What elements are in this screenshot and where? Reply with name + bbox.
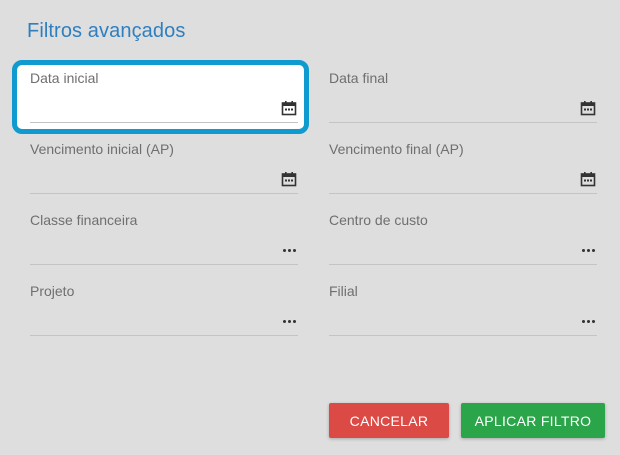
centro-de-custo-input[interactable] (329, 240, 569, 260)
field-underline (30, 264, 298, 265)
field-underline (30, 193, 298, 194)
cancel-button[interactable]: CANCELAR (329, 403, 449, 438)
field-underline (30, 122, 298, 123)
calendar-icon[interactable] (280, 99, 298, 117)
field-projeto: Projeto (30, 283, 298, 341)
calendar-icon[interactable] (280, 170, 298, 188)
field-underline (30, 335, 298, 336)
field-underline (329, 335, 597, 336)
field-label: Data inicial (30, 70, 99, 86)
more-dots-icon[interactable] (579, 241, 597, 259)
field-data-inicial: Data inicial (30, 70, 298, 128)
filial-input[interactable] (329, 311, 569, 331)
field-underline (329, 264, 597, 265)
data-inicial-input[interactable] (30, 98, 270, 118)
vencimento-final-input[interactable] (329, 169, 569, 189)
field-label: Data final (329, 70, 389, 86)
vencimento-inicial-input[interactable] (30, 169, 270, 189)
field-label: Classe financeira (30, 212, 138, 228)
field-label: Vencimento inicial (AP) (30, 141, 174, 157)
field-data-final: Data final (329, 70, 597, 128)
data-final-input[interactable] (329, 98, 569, 118)
field-label: Centro de custo (329, 212, 428, 228)
calendar-icon[interactable] (579, 170, 597, 188)
classe-financeira-input[interactable] (30, 240, 270, 260)
field-label: Vencimento final (AP) (329, 141, 464, 157)
field-classe-financeira: Classe financeira (30, 212, 298, 270)
field-label: Projeto (30, 283, 75, 299)
advanced-filters-dialog: Filtros avançados Data inicial Data fina… (0, 0, 620, 455)
dialog-title: Filtros avançados (27, 20, 186, 42)
more-dots-icon[interactable] (280, 312, 298, 330)
calendar-icon[interactable] (579, 99, 597, 117)
field-vencimento-inicial: Vencimento inicial (AP) (30, 141, 298, 199)
more-dots-icon[interactable] (579, 312, 597, 330)
projeto-input[interactable] (30, 311, 270, 331)
field-filial: Filial (329, 283, 597, 341)
apply-filter-button[interactable]: APLICAR FILTRO (461, 403, 605, 438)
more-dots-icon[interactable] (280, 241, 298, 259)
field-underline (329, 122, 597, 123)
field-vencimento-final: Vencimento final (AP) (329, 141, 597, 199)
field-centro-de-custo: Centro de custo (329, 212, 597, 270)
field-underline (329, 193, 597, 194)
field-label: Filial (329, 283, 358, 299)
